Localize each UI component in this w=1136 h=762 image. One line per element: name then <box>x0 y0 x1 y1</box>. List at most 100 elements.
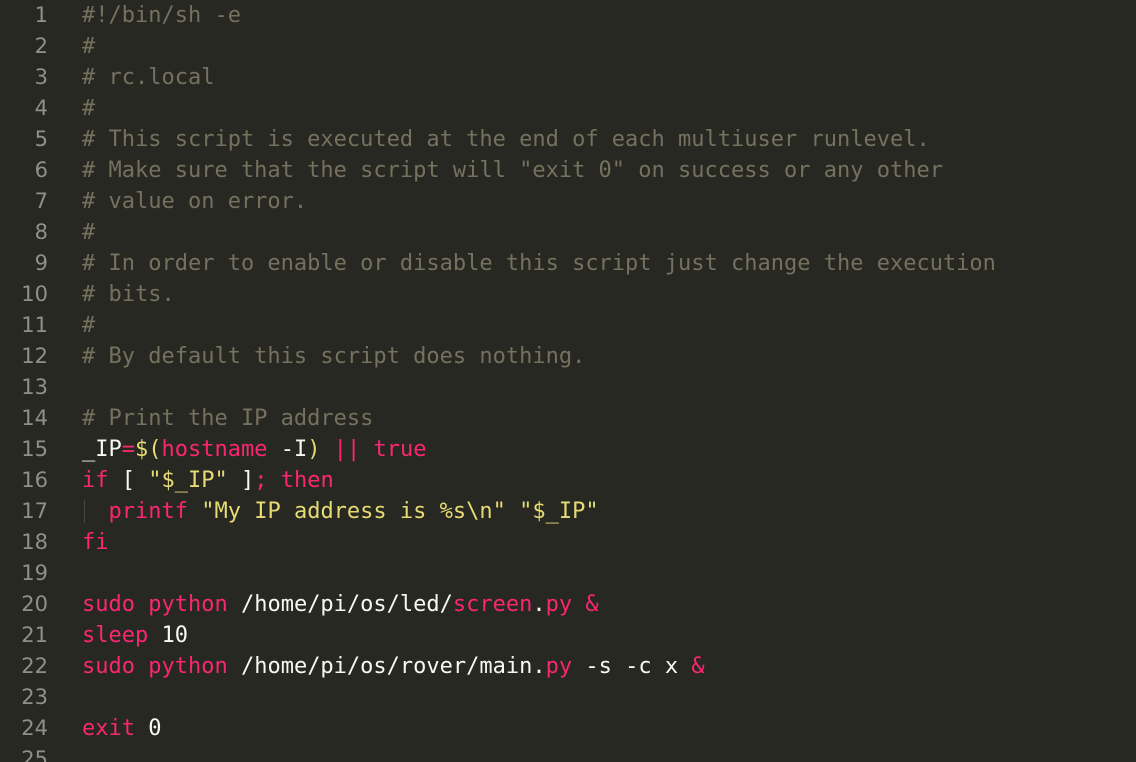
line-number: 24 <box>21 716 48 740</box>
code-text[interactable]: sudo python /home/pi/os/led/screen.py & <box>82 589 599 620</box>
code-token: ; <box>254 468 268 493</box>
line-number: 20 <box>21 592 48 616</box>
line-number: 10 <box>21 282 48 306</box>
code-token: # value on error. <box>82 189 308 214</box>
code-text[interactable]: # <box>82 217 95 248</box>
code-token: true <box>373 437 427 462</box>
code-text[interactable]: #!/bin/sh -e <box>82 0 241 31</box>
code-token: -I <box>267 437 308 462</box>
code-text[interactable]: _IP=$(hostname -I) || true <box>82 434 426 465</box>
code-line[interactable]: 11 # <box>0 310 1136 341</box>
code-line[interactable]: 2 # <box>0 31 1136 62</box>
code-token: -s -c x <box>572 654 692 679</box>
code-line[interactable]: 5 # This script is executed at the end of… <box>0 124 1136 155</box>
line-number: 6 <box>34 158 48 182</box>
code-text[interactable]: # bits. <box>82 279 175 310</box>
code-line[interactable]: 19 <box>0 558 1136 589</box>
code-line[interactable]: 23 <box>0 682 1136 713</box>
line-number: 22 <box>21 654 48 678</box>
code-token: $( <box>135 437 162 462</box>
code-text[interactable]: # Print the IP address <box>82 403 373 434</box>
code-line[interactable]: 18 fi <box>0 527 1136 558</box>
code-text[interactable]: sleep 10 <box>82 620 188 651</box>
code-token: = <box>121 437 135 462</box>
code-line[interactable]: 17 printf "My IP address is %s\n" "$_IP" <box>0 496 1136 527</box>
code-line[interactable]: 8 # <box>0 217 1136 248</box>
code-token: sudo <box>82 654 135 679</box>
code-token: then <box>280 468 334 493</box>
code-text[interactable]: # <box>82 310 95 341</box>
line-number: 19 <box>21 561 48 585</box>
code-line[interactable]: 4 # <box>0 93 1136 124</box>
code-text[interactable]: if [ "$_IP" ]; then <box>82 465 334 496</box>
code-text[interactable]: exit 0 <box>82 713 161 744</box>
code-editor[interactable]: 1 #!/bin/sh -e 2 #3 # rc.local 4 #5 # This scri… <box>0 0 1136 762</box>
code-line[interactable]: 7 # value on error. <box>0 186 1136 217</box>
code-line[interactable]: 24 exit 0 <box>0 713 1136 744</box>
code-token: sleep <box>82 623 149 648</box>
code-token: # This script is executed at the end of … <box>82 127 930 152</box>
code-token: ] <box>227 468 255 493</box>
code-text[interactable]: # By default this script does nothing. <box>82 341 585 372</box>
code-line[interactable]: 12 # By default this script does nothing. <box>0 341 1136 372</box>
code-text[interactable]: printf "My IP address is %s\n" "$_IP" <box>82 496 599 527</box>
code-token: python <box>148 592 228 617</box>
code-line[interactable]: 10 # bits. <box>0 279 1136 310</box>
code-token: # rc.local <box>82 65 215 90</box>
line-number: 12 <box>21 344 48 368</box>
code-token: "$_IP" <box>148 468 228 493</box>
code-text[interactable]: sudo python /home/pi/os/rover/main.py -s… <box>82 651 705 682</box>
code-token: # In order to enable or disable this scr… <box>82 251 996 276</box>
line-number: 15 <box>21 437 48 461</box>
line-number: 11 <box>21 313 48 337</box>
code-text[interactable]: # This script is executed at the end of … <box>82 124 930 155</box>
code-token: # bits. <box>82 282 175 307</box>
code-token: "My IP address is %s\n" <box>201 499 506 524</box>
code-token: # <box>82 313 96 338</box>
code-text[interactable]: fi <box>82 527 109 558</box>
code-line[interactable]: 14 # Print the IP address <box>0 403 1136 434</box>
code-line[interactable]: 20 sudo python /home/pi/os/led/screen.py … <box>0 589 1136 620</box>
code-text[interactable]: # Make sure that the script will "exit 0… <box>82 155 943 186</box>
code-line[interactable]: 16 if [ "$_IP" ]; then <box>0 465 1136 496</box>
code-token: _IP <box>82 437 122 462</box>
code-token: /home/pi/os/rover/main. <box>227 654 546 679</box>
code-line[interactable]: 1 #!/bin/sh -e <box>0 0 1136 31</box>
code-token: # <box>82 220 96 245</box>
code-token: fi <box>82 530 109 555</box>
code-token: python <box>148 654 228 679</box>
line-number: 16 <box>21 468 48 492</box>
code-text[interactable]: # rc.local <box>82 62 214 93</box>
line-number: 4 <box>34 96 48 120</box>
line-number: 13 <box>21 375 48 399</box>
code-line[interactable]: 3 # rc.local <box>0 62 1136 93</box>
code-token: hostname <box>161 437 268 462</box>
code-line[interactable]: 15 _IP=$(hostname -I) || true <box>0 434 1136 465</box>
code-token: # By default this script does nothing. <box>82 344 586 369</box>
code-line[interactable]: 13 <box>0 372 1136 403</box>
code-token: # <box>82 34 96 59</box>
line-number: 5 <box>34 127 48 151</box>
code-line[interactable]: 6 # Make sure that the script will "exit … <box>0 155 1136 186</box>
code-token: 10 <box>148 623 188 648</box>
code-text[interactable]: # <box>82 93 95 124</box>
line-number: 7 <box>34 189 48 213</box>
code-line[interactable]: 22 sudo python /home/pi/os/rover/main.py … <box>0 651 1136 682</box>
code-line[interactable]: 25 <box>0 744 1136 762</box>
code-text[interactable]: # In order to enable or disable this scr… <box>82 248 996 279</box>
code-line[interactable]: 9 # In order to enable or disable this sc… <box>0 248 1136 279</box>
code-text[interactable]: # <box>82 31 95 62</box>
code-text[interactable]: # value on error. <box>82 186 307 217</box>
line-number: 2 <box>34 34 48 58</box>
code-line[interactable]: 21 sleep 10 <box>0 620 1136 651</box>
code-token: ) <box>307 437 321 462</box>
code-token: || <box>333 437 361 462</box>
code-token: & <box>691 654 705 679</box>
code-token: if <box>82 468 109 493</box>
line-number: 18 <box>21 530 48 554</box>
